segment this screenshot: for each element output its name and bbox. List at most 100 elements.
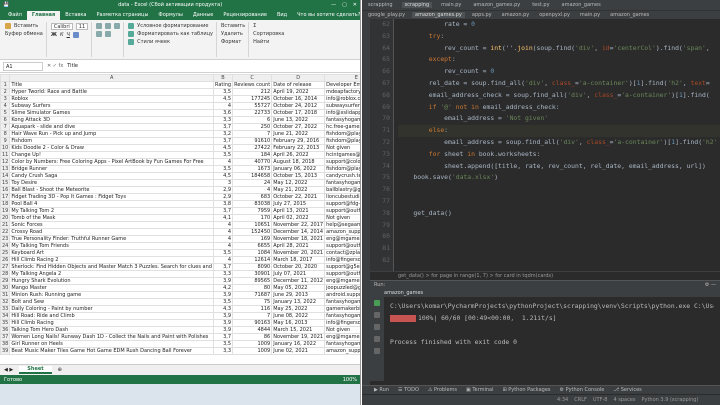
maximize-icon[interactable]: ▢ bbox=[342, 2, 347, 8]
cell[interactable]: 1084 bbox=[232, 249, 273, 257]
cell[interactable]: October 16, 2014 bbox=[271, 95, 326, 103]
cell[interactable]: January 16, 2022 bbox=[271, 340, 326, 348]
code-line[interactable] bbox=[398, 255, 720, 267]
cell[interactable]: hcintgames@gmail.com bbox=[324, 151, 360, 159]
row-header[interactable]: 11 bbox=[0, 151, 11, 159]
code-line[interactable]: rate = 0 bbox=[398, 19, 720, 31]
autosum-button[interactable]: Σ bbox=[253, 23, 256, 29]
cell[interactable]: 27422 bbox=[232, 144, 273, 152]
rerun-icon[interactable] bbox=[374, 300, 380, 306]
cell[interactable]: amazon_support@hip bbox=[324, 228, 360, 236]
cell[interactable]: June 21, 2022 bbox=[271, 130, 326, 138]
column-header[interactable]: E bbox=[324, 74, 360, 82]
row-header[interactable]: 34 bbox=[0, 312, 11, 320]
align-left-icon[interactable] bbox=[96, 23, 103, 29]
cell[interactable]: 4,3 bbox=[212, 305, 234, 313]
cell[interactable]: 3,9 bbox=[212, 277, 234, 285]
code-breadcrumb[interactable]: get_data() > for page in range(1, 7) > f… bbox=[370, 271, 720, 280]
editor-tab[interactable]: amazon.py bbox=[499, 12, 533, 18]
cell[interactable]: 184658 bbox=[232, 172, 273, 180]
cell[interactable]: Ball Blast - Shoot the Meteorite bbox=[9, 186, 214, 194]
cell[interactable]: Developer Email bbox=[324, 81, 360, 89]
cell[interactable]: Fishdom bbox=[9, 137, 214, 145]
code-line[interactable]: email_address_check = soup.find_all('div… bbox=[398, 90, 720, 102]
cell[interactable]: 184 bbox=[232, 151, 273, 159]
column-header[interactable]: B bbox=[212, 74, 234, 82]
cell[interactable]: 4 bbox=[212, 242, 234, 250]
ribbon-tab[interactable]: Рецензирование bbox=[218, 11, 272, 20]
underline-icon[interactable]: Ч bbox=[67, 32, 70, 38]
ribbon-tab[interactable]: Что вы хотите сделать? bbox=[292, 11, 360, 20]
cell[interactable]: Title bbox=[9, 81, 214, 89]
paste-button[interactable]: Вставить bbox=[14, 23, 38, 29]
cell[interactable]: May 12, 2022 bbox=[271, 179, 326, 187]
tool-window-tab[interactable]: ▣ Terminal bbox=[466, 387, 493, 393]
cell[interactable]: info@xslidapps.inc bbox=[324, 109, 360, 117]
settings-icon[interactable]: ⚙ — bbox=[705, 282, 716, 288]
cell[interactable]: Hyper Tworld: Race and Battle bbox=[9, 88, 214, 96]
cell[interactable]: 4,5 bbox=[212, 95, 234, 103]
font-size-select[interactable]: 11 bbox=[75, 23, 89, 30]
excel-save-icon[interactable]: 💾 bbox=[3, 2, 9, 8]
tool-window-tab[interactable]: ⚙ Python Console bbox=[560, 387, 605, 393]
cell[interactable]: True Personality Finder: Truthful Runner… bbox=[9, 235, 214, 243]
delete-cells-button[interactable]: Удалить bbox=[221, 31, 243, 37]
code-line[interactable] bbox=[398, 231, 720, 243]
cell[interactable]: ballblastry@gmail.com bbox=[324, 186, 360, 194]
cell[interactable]: May 16, 2013 bbox=[271, 319, 326, 327]
ribbon-tab[interactable]: Файл bbox=[3, 11, 27, 20]
editor-tab[interactable]: google_play.py bbox=[365, 12, 408, 18]
cell[interactable]: 4844 bbox=[232, 326, 273, 334]
nav-crumb[interactable]: main.py bbox=[438, 2, 464, 8]
cell[interactable]: Sherlock: Find Hidden Objects and Master… bbox=[9, 263, 214, 271]
cell[interactable]: fishdom@playrix.com bbox=[324, 165, 360, 173]
cell[interactable]: June 13, 2022 bbox=[271, 116, 326, 124]
stop-icon[interactable] bbox=[374, 312, 380, 318]
cell[interactable]: November 19, 2021 bbox=[271, 333, 326, 341]
cell[interactable]: 2,9 bbox=[212, 186, 234, 194]
cell[interactable]: fantasyhogames@gm bbox=[324, 179, 360, 187]
scroll-end-icon[interactable] bbox=[374, 324, 380, 330]
cell[interactable]: 177245 bbox=[232, 95, 273, 103]
cell[interactable]: June 02, 2021 bbox=[271, 347, 326, 355]
align-right-icon[interactable] bbox=[114, 23, 121, 29]
cell[interactable]: January 06, 2022 bbox=[271, 165, 326, 173]
cell[interactable]: 4 bbox=[212, 221, 234, 229]
row-header[interactable]: 14 bbox=[0, 172, 11, 180]
cell[interactable]: June 08, 2022 bbox=[271, 312, 326, 320]
code-line[interactable] bbox=[398, 220, 720, 232]
cell[interactable]: 3,5 bbox=[212, 165, 234, 173]
cell[interactable]: Mango Master bbox=[9, 284, 214, 292]
prev-sheet-icon[interactable]: ◀ ▶ bbox=[4, 367, 13, 373]
cell[interactable]: 3,8 bbox=[212, 200, 234, 208]
font-name-select[interactable]: Calibri bbox=[50, 23, 73, 30]
row-header[interactable]: 37 bbox=[0, 333, 11, 341]
cell[interactable]: October 17, 2018 bbox=[271, 109, 326, 117]
cell[interactable]: Sonic Forces bbox=[9, 221, 214, 229]
row-header[interactable]: 20 bbox=[0, 214, 11, 222]
ribbon-tab[interactable]: Данные bbox=[188, 11, 219, 20]
cell[interactable]: 4 bbox=[232, 186, 273, 194]
cell[interactable]: 6655 bbox=[232, 242, 273, 250]
conditional-format-button[interactable]: Условное форматирование bbox=[137, 23, 208, 29]
row-header[interactable]: 2 bbox=[0, 88, 11, 96]
column-header[interactable]: D bbox=[271, 74, 326, 82]
cell[interactable]: October 20, 2020 bbox=[271, 263, 326, 271]
row-header[interactable]: 30 bbox=[0, 284, 11, 292]
status-item[interactable]: Python 3.9 (scrapping) bbox=[642, 397, 699, 403]
cell[interactable]: Change Up! bbox=[9, 151, 214, 159]
cell[interactable]: My Talking Tom Friends bbox=[9, 242, 214, 250]
cell[interactable]: support@outfit7.com bbox=[324, 242, 360, 250]
cell[interactable]: 2,9 bbox=[212, 193, 234, 201]
cell[interactable]: 170 bbox=[232, 214, 273, 222]
row-header[interactable]: 5 bbox=[0, 109, 11, 117]
row-header[interactable]: 12 bbox=[0, 158, 11, 166]
status-item[interactable]: UTF-8 bbox=[593, 397, 608, 403]
find-button[interactable]: Найти bbox=[253, 39, 269, 45]
name-box[interactable]: A1 bbox=[3, 61, 43, 71]
cell[interactable]: 683 bbox=[232, 193, 273, 201]
cell[interactable]: May 05, 2022 bbox=[271, 284, 326, 292]
cell[interactable]: Tomb of the Mask bbox=[9, 214, 214, 222]
row-header[interactable]: 9 bbox=[0, 137, 11, 145]
code-line[interactable] bbox=[398, 184, 720, 196]
